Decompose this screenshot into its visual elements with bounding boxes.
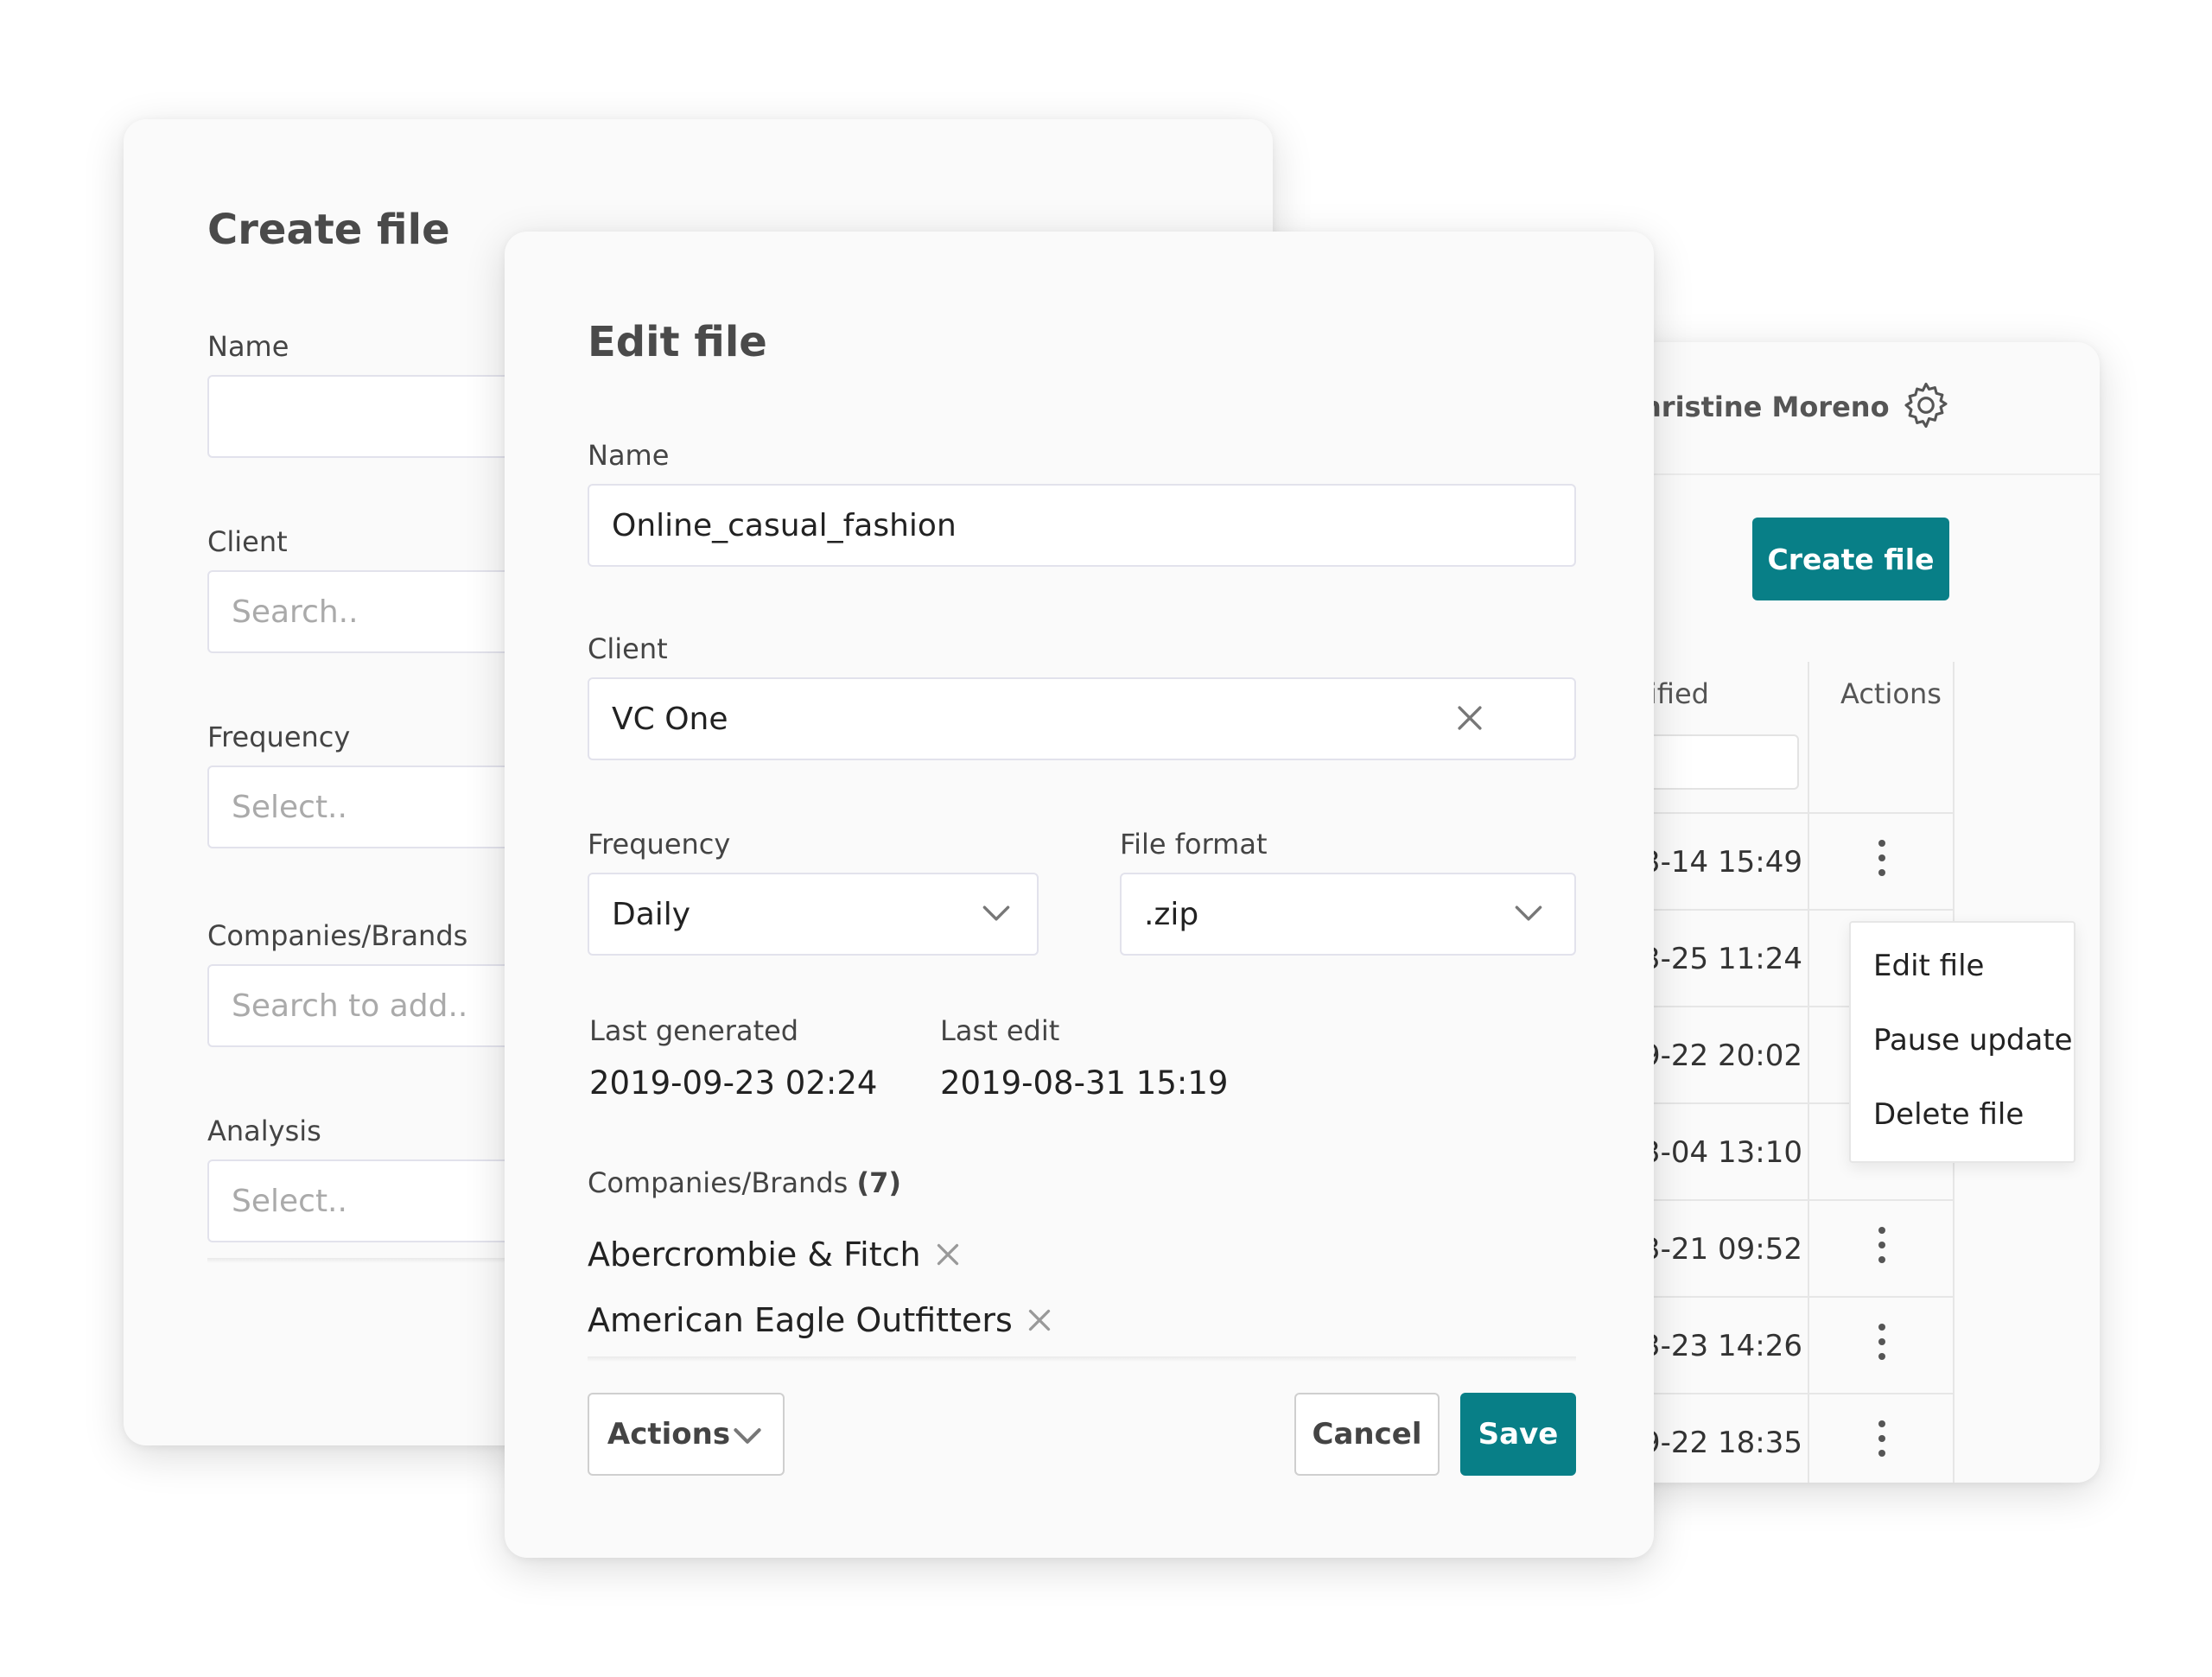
- actions-button-label: Actions: [607, 1417, 731, 1451]
- files-panel: hristine Moreno Create file lified Actio…: [1599, 342, 2100, 1483]
- company-chip: Abercrombie & Fitch: [588, 1236, 961, 1274]
- create-companies-label: Companies/Brands: [207, 919, 468, 952]
- create-companies-placeholder: Search to add..: [232, 988, 468, 1024]
- company-chip: American Eagle Outfitters: [588, 1301, 1052, 1339]
- kebab-icon[interactable]: [1873, 840, 1891, 883]
- row-modified: 3-23 14:26: [1642, 1329, 1802, 1363]
- menu-item-edit-file[interactable]: Edit file: [1873, 949, 1984, 983]
- column-header-actions: Actions: [1840, 677, 1942, 710]
- edit-client-value: VC One: [612, 701, 728, 737]
- menu-item-pause-update[interactable]: Pause update: [1873, 1023, 2073, 1058]
- edit-file-format-value: .zip: [1144, 896, 1199, 932]
- cancel-button[interactable]: Cancel: [1294, 1393, 1440, 1476]
- company-chip-label: American Eagle Outfitters: [588, 1301, 1013, 1339]
- edit-divider: [588, 1356, 1576, 1362]
- last-generated-label: Last generated: [589, 1014, 799, 1047]
- edit-frequency-value: Daily: [612, 896, 691, 932]
- edit-name-input[interactable]: Online_casual_fashion: [588, 484, 1576, 567]
- row-modified: 9-22 20:02: [1642, 1039, 1802, 1073]
- last-edit-value: 2019-08-31 15:19: [940, 1064, 1229, 1102]
- gear-icon[interactable]: [1899, 378, 1953, 432]
- clear-icon[interactable]: [1455, 703, 1484, 733]
- save-button[interactable]: Save: [1460, 1393, 1576, 1476]
- last-generated-value: 2019-09-23 02:24: [589, 1064, 878, 1102]
- edit-dialog-title: Edit file: [588, 318, 767, 366]
- create-client-label: Client: [207, 525, 288, 558]
- row-modified: 9-22 18:35: [1642, 1426, 1802, 1460]
- edit-name-label: Name: [588, 439, 670, 472]
- companies-count: (7): [856, 1166, 901, 1199]
- edit-frequency-label: Frequency: [588, 828, 731, 861]
- last-edit-label: Last edit: [940, 1014, 1060, 1047]
- create-frequency-label: Frequency: [207, 721, 351, 753]
- stage: Create file Name Client Search.. Frequen…: [0, 0, 2212, 1677]
- row-modified: 3-21 09:52: [1642, 1232, 1802, 1267]
- edit-file-dialog: Edit file Name Online_casual_fashion Cli…: [505, 232, 1654, 1558]
- menu-item-delete-file[interactable]: Delete file: [1873, 1097, 2024, 1132]
- create-analysis-label: Analysis: [207, 1115, 321, 1147]
- row-modified: 3-04 13:10: [1642, 1135, 1802, 1170]
- create-dialog-title: Create file: [207, 206, 450, 254]
- edit-name-value: Online_casual_fashion: [612, 507, 957, 543]
- chevron-down-icon: [982, 905, 1010, 921]
- edit-file-format-select[interactable]: .zip: [1120, 873, 1576, 956]
- company-chip-label: Abercrombie & Fitch: [588, 1236, 921, 1274]
- create-file-button[interactable]: Create file: [1752, 518, 1949, 600]
- edit-frequency-select[interactable]: Daily: [588, 873, 1039, 956]
- kebab-icon[interactable]: [1873, 1324, 1891, 1367]
- row-modified: 3-25 11:24: [1642, 942, 1802, 976]
- edit-companies-label: Companies/Brands (7): [588, 1166, 901, 1199]
- companies-label-text: Companies/Brands: [588, 1166, 849, 1199]
- kebab-icon[interactable]: [1873, 1227, 1891, 1270]
- edit-client-label: Client: [588, 632, 668, 665]
- chevron-down-icon: [1515, 905, 1542, 921]
- remove-icon[interactable]: [1027, 1307, 1052, 1333]
- create-name-label: Name: [207, 330, 289, 363]
- create-client-placeholder: Search..: [232, 594, 359, 630]
- row-context-menu: Edit file Pause update Delete file: [1849, 921, 2075, 1163]
- files-topbar: hristine Moreno: [1599, 342, 2100, 475]
- edit-file-format-label: File format: [1120, 828, 1268, 861]
- user-name[interactable]: hristine Moreno: [1642, 391, 1890, 423]
- row-modified: 3-14 15:49: [1642, 845, 1802, 880]
- kebab-icon[interactable]: [1873, 1420, 1891, 1464]
- create-frequency-placeholder: Select..: [232, 789, 347, 825]
- remove-icon[interactable]: [935, 1242, 961, 1267]
- create-analysis-placeholder: Select..: [232, 1183, 347, 1219]
- chevron-down-icon: [734, 1428, 761, 1444]
- edit-client-input[interactable]: VC One: [588, 677, 1576, 760]
